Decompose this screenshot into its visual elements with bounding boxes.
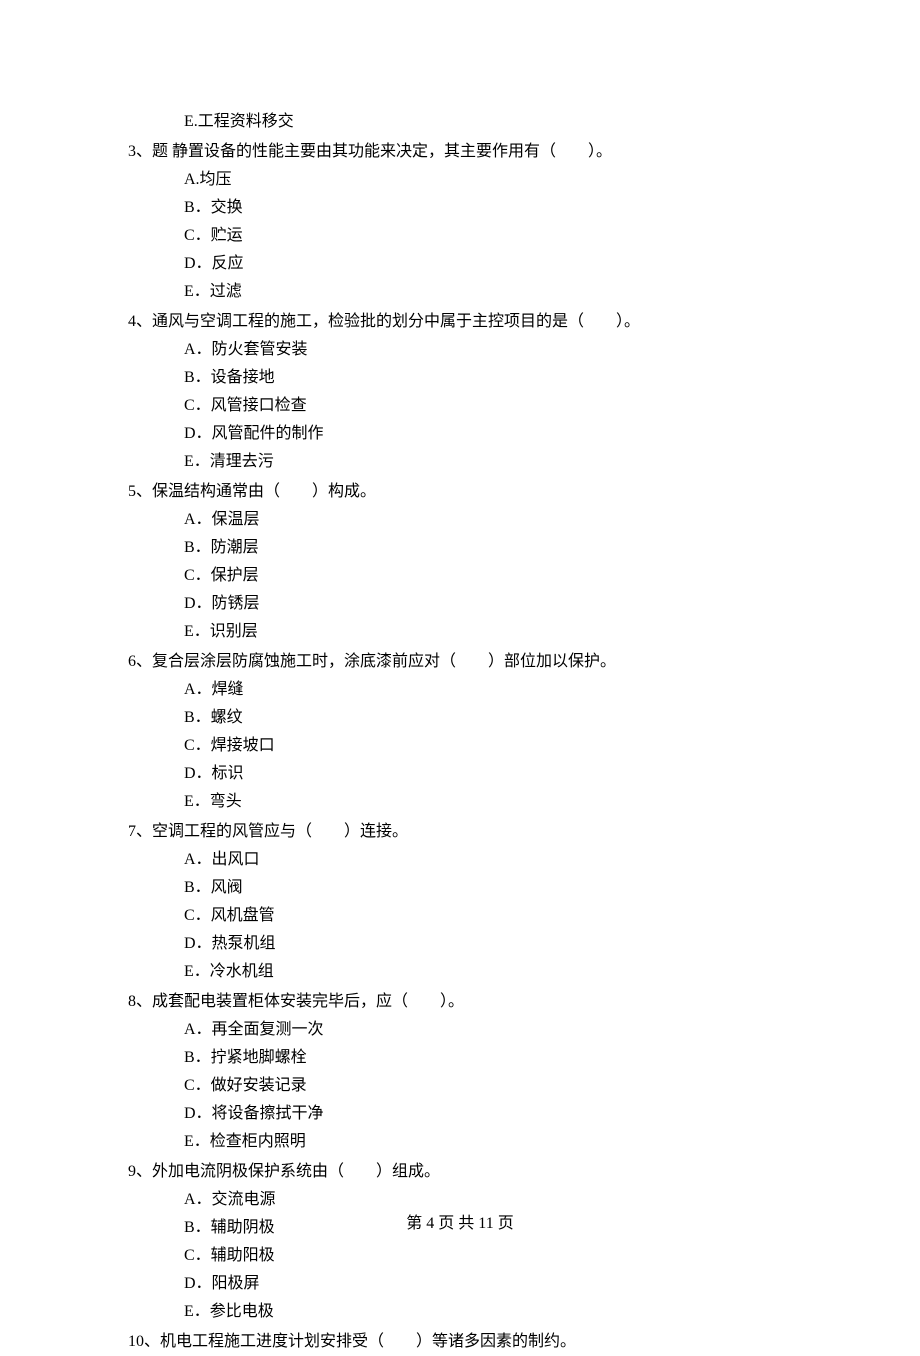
option: D．阳极屏	[184, 1270, 800, 1298]
option: A．防火套管安装	[184, 336, 800, 364]
question-stem: 9、 外加电流阴极保护系统由（ ）组成。	[128, 1158, 800, 1186]
question-number: 6、	[128, 648, 152, 676]
question-text: 成套配电装置柜体安装完毕后，应（ ）。	[152, 988, 464, 1016]
option: D．热泵机组	[184, 930, 800, 958]
option: C．焊接坡口	[184, 732, 800, 760]
option: A．焊缝	[184, 676, 800, 704]
option: E．弯头	[184, 788, 800, 816]
question-text: 题 静置设备的性能主要由其功能来决定，其主要作用有（ ）。	[152, 138, 612, 166]
option: E．过滤	[184, 278, 800, 306]
question-text: 保温结构通常由（ ）构成。	[152, 478, 376, 506]
question-stem: 4、 通风与空调工程的施工，检验批的划分中属于主控项目的是（ ）。	[128, 308, 800, 336]
question-number: 4、	[128, 308, 152, 336]
option: D．风管配件的制作	[184, 420, 800, 448]
page-content: E.工程资料移交 3、 题 静置设备的性能主要由其功能来决定，其主要作用有（ ）…	[0, 0, 920, 1356]
option: B．交换	[184, 194, 800, 222]
option: C．辅助阳极	[184, 1242, 800, 1270]
question-stem: 7、 空调工程的风管应与（ ）连接。	[128, 818, 800, 846]
option: D．将设备擦拭干净	[184, 1100, 800, 1128]
options-list: A．再全面复测一次 B．拧紧地脚螺栓 C．做好安装记录 D．将设备擦拭干净 E．…	[128, 1016, 800, 1156]
carryover-option: E.工程资料移交	[128, 108, 800, 136]
options-list: A．交流电源 B．辅助阴极 C．辅助阳极 D．阳极屏 E．参比电极	[128, 1186, 800, 1326]
question-9: 9、 外加电流阴极保护系统由（ ）组成。 A．交流电源 B．辅助阴极 C．辅助阳…	[128, 1158, 800, 1326]
question-stem: 8、 成套配电装置柜体安装完毕后，应（ ）。	[128, 988, 800, 1016]
option: A．保温层	[184, 506, 800, 534]
question-text: 外加电流阴极保护系统由（ ）组成。	[152, 1158, 440, 1186]
question-4: 4、 通风与空调工程的施工，检验批的划分中属于主控项目的是（ ）。 A．防火套管…	[128, 308, 800, 476]
option: E．检查柜内照明	[184, 1128, 800, 1156]
question-3: 3、 题 静置设备的性能主要由其功能来决定，其主要作用有（ ）。 A.均压 B．…	[128, 138, 800, 306]
option: E．清理去污	[184, 448, 800, 476]
question-number: 9、	[128, 1158, 152, 1186]
option: C．保护层	[184, 562, 800, 590]
options-list: A．保温层 B．防潮层 C．保护层 D．防锈层 E．识别层	[128, 506, 800, 646]
option: C．贮运	[184, 222, 800, 250]
question-text: 复合层涂层防腐蚀施工时，涂底漆前应对（ ）部位加以保护。	[152, 648, 616, 676]
option: C．风管接口检查	[184, 392, 800, 420]
question-text: 空调工程的风管应与（ ）连接。	[152, 818, 408, 846]
question-number: 3、	[128, 138, 152, 166]
option: A．出风口	[184, 846, 800, 874]
question-7: 7、 空调工程的风管应与（ ）连接。 A．出风口 B．风阀 C．风机盘管 D．热…	[128, 818, 800, 986]
options-list: A．出风口 B．风阀 C．风机盘管 D．热泵机组 E．冷水机组	[128, 846, 800, 986]
option: A．再全面复测一次	[184, 1016, 800, 1044]
option: C．风机盘管	[184, 902, 800, 930]
question-number: 7、	[128, 818, 152, 846]
question-stem: 10、 机电工程施工进度计划安排受（ ）等诸多因素的制约。	[128, 1328, 800, 1356]
question-number: 10、	[128, 1328, 160, 1356]
option: D．标识	[184, 760, 800, 788]
option: A.均压	[184, 166, 800, 194]
question-number: 8、	[128, 988, 152, 1016]
option: B．设备接地	[184, 364, 800, 392]
question-6: 6、 复合层涂层防腐蚀施工时，涂底漆前应对（ ）部位加以保护。 A．焊缝 B．螺…	[128, 648, 800, 816]
options-list: A.均压 B．交换 C．贮运 D．反应 E．过滤	[128, 166, 800, 306]
option: D．反应	[184, 250, 800, 278]
question-stem: 5、 保温结构通常由（ ）构成。	[128, 478, 800, 506]
option: D．防锈层	[184, 590, 800, 618]
question-5: 5、 保温结构通常由（ ）构成。 A．保温层 B．防潮层 C．保护层 D．防锈层…	[128, 478, 800, 646]
option: C．做好安装记录	[184, 1072, 800, 1100]
question-stem: 3、 题 静置设备的性能主要由其功能来决定，其主要作用有（ ）。	[128, 138, 800, 166]
option: E．参比电极	[184, 1298, 800, 1326]
option: B．拧紧地脚螺栓	[184, 1044, 800, 1072]
question-text: 通风与空调工程的施工，检验批的划分中属于主控项目的是（ ）。	[152, 308, 640, 336]
question-10: 10、 机电工程施工进度计划安排受（ ）等诸多因素的制约。	[128, 1328, 800, 1356]
question-text: 机电工程施工进度计划安排受（ ）等诸多因素的制约。	[160, 1328, 576, 1356]
question-8: 8、 成套配电装置柜体安装完毕后，应（ ）。 A．再全面复测一次 B．拧紧地脚螺…	[128, 988, 800, 1156]
options-list: A．焊缝 B．螺纹 C．焊接坡口 D．标识 E．弯头	[128, 676, 800, 816]
question-stem: 6、 复合层涂层防腐蚀施工时，涂底漆前应对（ ）部位加以保护。	[128, 648, 800, 676]
options-list: A．防火套管安装 B．设备接地 C．风管接口检查 D．风管配件的制作 E．清理去…	[128, 336, 800, 476]
option: B．风阀	[184, 874, 800, 902]
question-number: 5、	[128, 478, 152, 506]
option: B．螺纹	[184, 704, 800, 732]
option: E．冷水机组	[184, 958, 800, 986]
page-footer: 第 4 页 共 11 页	[0, 1210, 920, 1238]
option: B．防潮层	[184, 534, 800, 562]
option: E．识别层	[184, 618, 800, 646]
